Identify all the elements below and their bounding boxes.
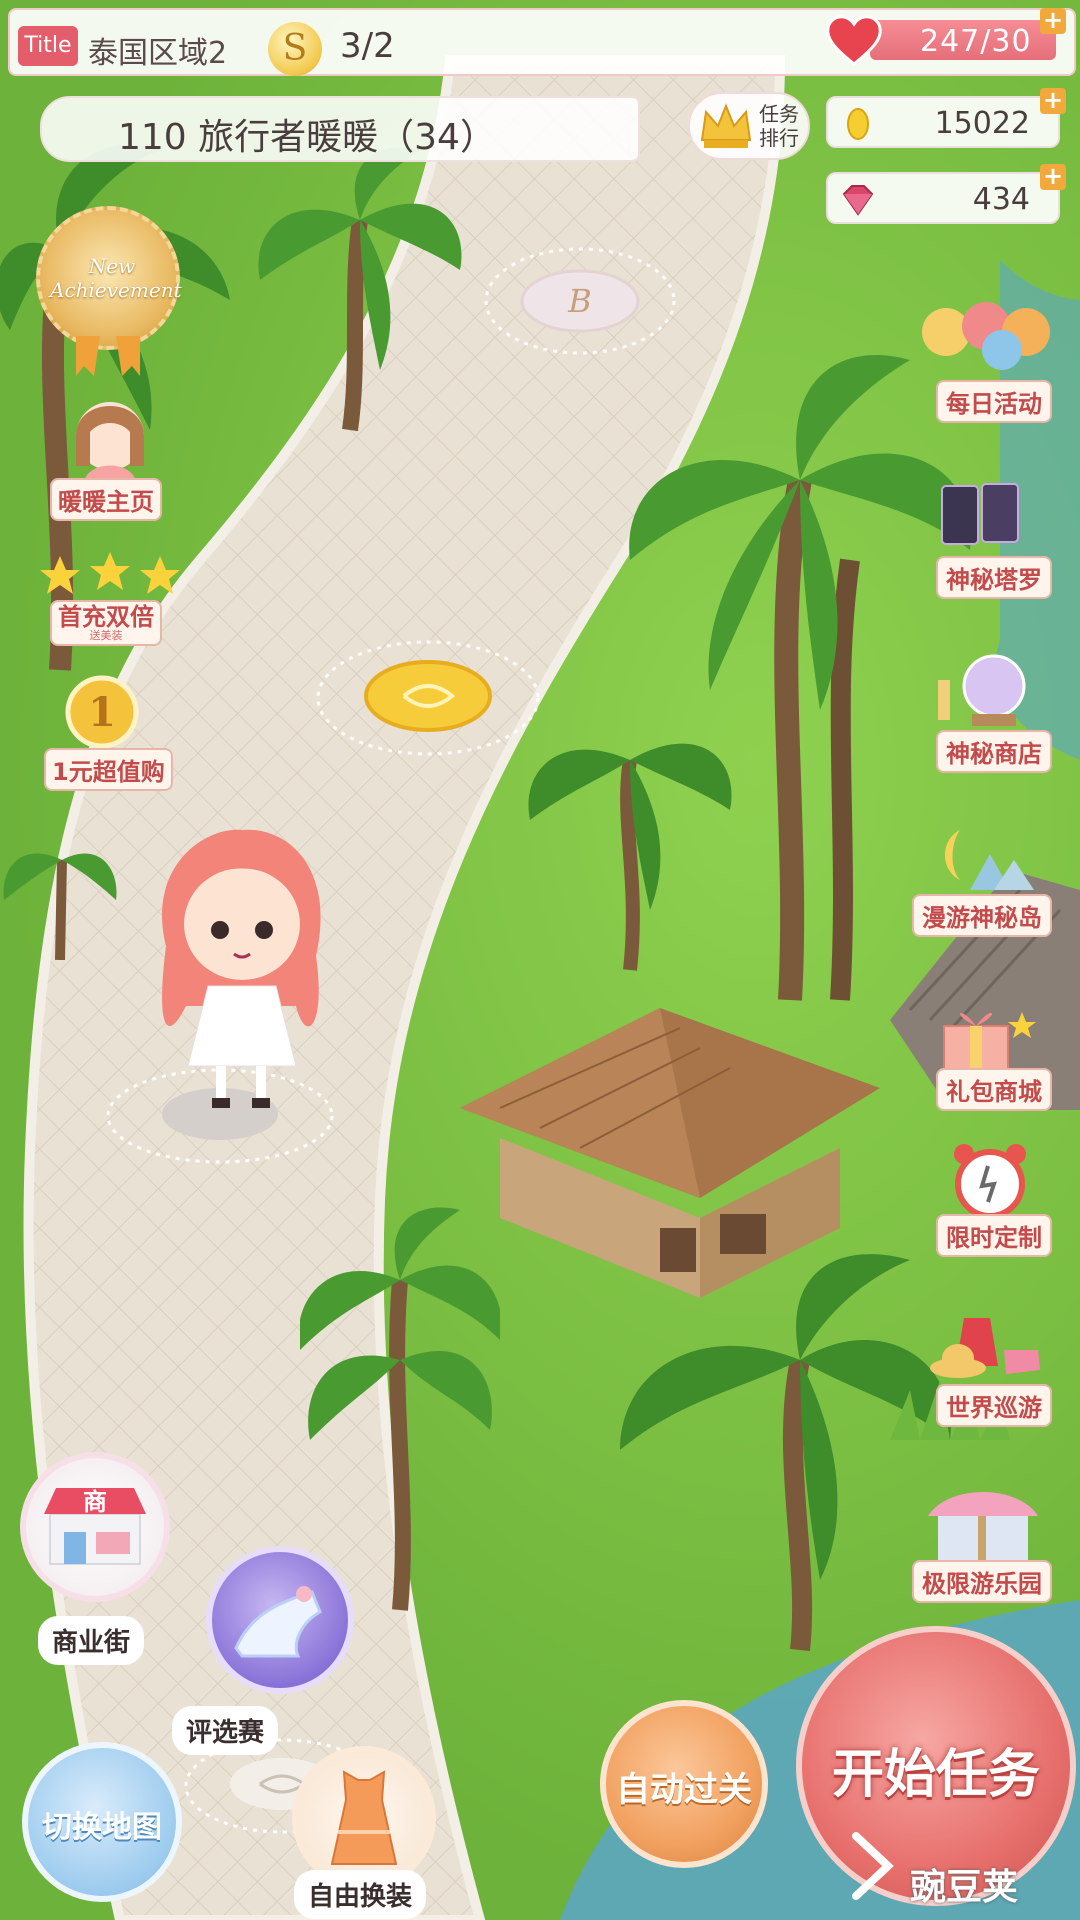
crown-icon: [700, 103, 752, 148]
stage-node-b-label: B: [567, 282, 592, 320]
stage-node-gold[interactable]: [314, 638, 542, 758]
switch-map-button[interactable]: 切换地图: [22, 1742, 182, 1902]
gift-shop-button[interactable]: 礼包商城: [936, 1068, 1052, 1111]
shop-icon-text: 商: [83, 1488, 107, 1516]
palm-tree-2: [258, 147, 462, 432]
home-button[interactable]: 暖暖主页: [50, 478, 162, 521]
palm-tree-7: [3, 853, 117, 960]
level-banner: 110 旅行者暖暖（34）: [40, 96, 640, 162]
stars-icon: [40, 552, 180, 594]
auto-clear-button[interactable]: 自动过关: [600, 1700, 768, 1868]
start-task-label: 开始任务: [831, 1745, 1040, 1805]
extreme-park-button[interactable]: 极限游乐园: [912, 1560, 1052, 1603]
gold-value: 15022: [934, 106, 1030, 141]
diamond-currency[interactable]: 434: [826, 172, 1060, 224]
crystal-ball-icon: [938, 654, 1026, 726]
stamina-value: 247/30: [920, 24, 1032, 59]
mystic-shop-button[interactable]: 神秘商店: [936, 730, 1052, 773]
roaming-island-button[interactable]: 漫游神秘岛: [912, 894, 1052, 937]
one-yuan-deal-button[interactable]: 1元超值购: [44, 748, 173, 791]
title-badge[interactable]: Title: [18, 26, 78, 66]
stamina-add-button[interactable]: +: [1040, 8, 1066, 34]
palm-tree-6: [620, 1254, 951, 1652]
world-tour-button[interactable]: 世界巡游: [936, 1384, 1052, 1427]
player-character[interactable]: [146, 826, 336, 1116]
rank-label-line2: 排行: [759, 126, 799, 150]
first-recharge-double-button[interactable]: 首充双倍 送美装: [50, 600, 162, 646]
switch-map-label: 切换地图: [42, 1810, 162, 1845]
achievement-line2: Achievement: [50, 278, 182, 302]
commerce-street-button[interactable]: 商: [20, 1452, 170, 1602]
watermark-text: 豌豆荚: [910, 1867, 1019, 1908]
carousel-icon: [928, 1492, 1038, 1562]
free-dress-label: 自由换装: [294, 1870, 427, 1919]
task-ranking-button[interactable]: 任务 排行: [688, 92, 810, 160]
diamond-value: 434: [972, 182, 1030, 217]
achievement-line1: New: [88, 254, 136, 278]
contest-button[interactable]: [206, 1546, 354, 1694]
free-dress-button[interactable]: [292, 1746, 436, 1890]
palm-tree-4: [528, 743, 732, 971]
balloons-icon: [922, 302, 1050, 370]
watermark-logo-icon: [852, 1832, 894, 1900]
first-recharge-sub: 送美装: [89, 629, 123, 642]
diamond-icon: [842, 185, 874, 216]
moon-island-icon: [945, 830, 1034, 890]
region-name: 泰国区域2: [88, 36, 228, 71]
avatar-icon: [76, 402, 144, 482]
achievement-text: New Achievement: [50, 254, 182, 302]
diamond-add-button[interactable]: +: [1040, 164, 1066, 190]
level-title: 110 旅行者暖暖（34）: [118, 117, 496, 158]
stamina-bar[interactable]: 247/30: [870, 20, 1056, 60]
stage-count: 3/2: [340, 26, 395, 66]
contest-label: 评选赛: [172, 1706, 279, 1755]
s-coin-icon: S: [268, 22, 322, 76]
rank-label-line1: 任务: [759, 102, 799, 126]
gold-coin-icon: [847, 108, 869, 140]
gold-currency[interactable]: 15022: [826, 96, 1060, 148]
daily-activity-button[interactable]: 每日活动: [936, 380, 1052, 423]
task-ranking-label: 任务 排行: [756, 102, 802, 150]
mystic-tarot-button[interactable]: 神秘塔罗: [936, 556, 1052, 599]
gift-box-icon: [943, 1012, 1036, 1073]
heart-icon: [826, 15, 882, 66]
gold-add-button[interactable]: +: [1040, 88, 1066, 114]
ribbon-icon: [76, 336, 140, 376]
new-achievement-badge[interactable]: New Achievement: [36, 206, 182, 350]
alarm-clock-icon: [954, 1144, 1026, 1219]
commerce-street-label: 商业街: [38, 1616, 145, 1665]
auto-clear-label: 自动过关: [616, 1770, 752, 1810]
limited-custom-button[interactable]: 限时定制: [936, 1214, 1052, 1257]
dress-icon: [330, 1770, 398, 1865]
travel-hat-icon: [930, 1318, 1040, 1378]
one-yuan-badge-number: 1: [88, 689, 116, 736]
glass-slipper-icon: [234, 1586, 322, 1658]
gold-medal-icon: 1: [65, 675, 139, 749]
first-recharge-label: 首充双倍: [58, 603, 154, 631]
shop-icon: 商: [44, 1488, 146, 1565]
tarot-cards-icon: [941, 483, 1019, 545]
